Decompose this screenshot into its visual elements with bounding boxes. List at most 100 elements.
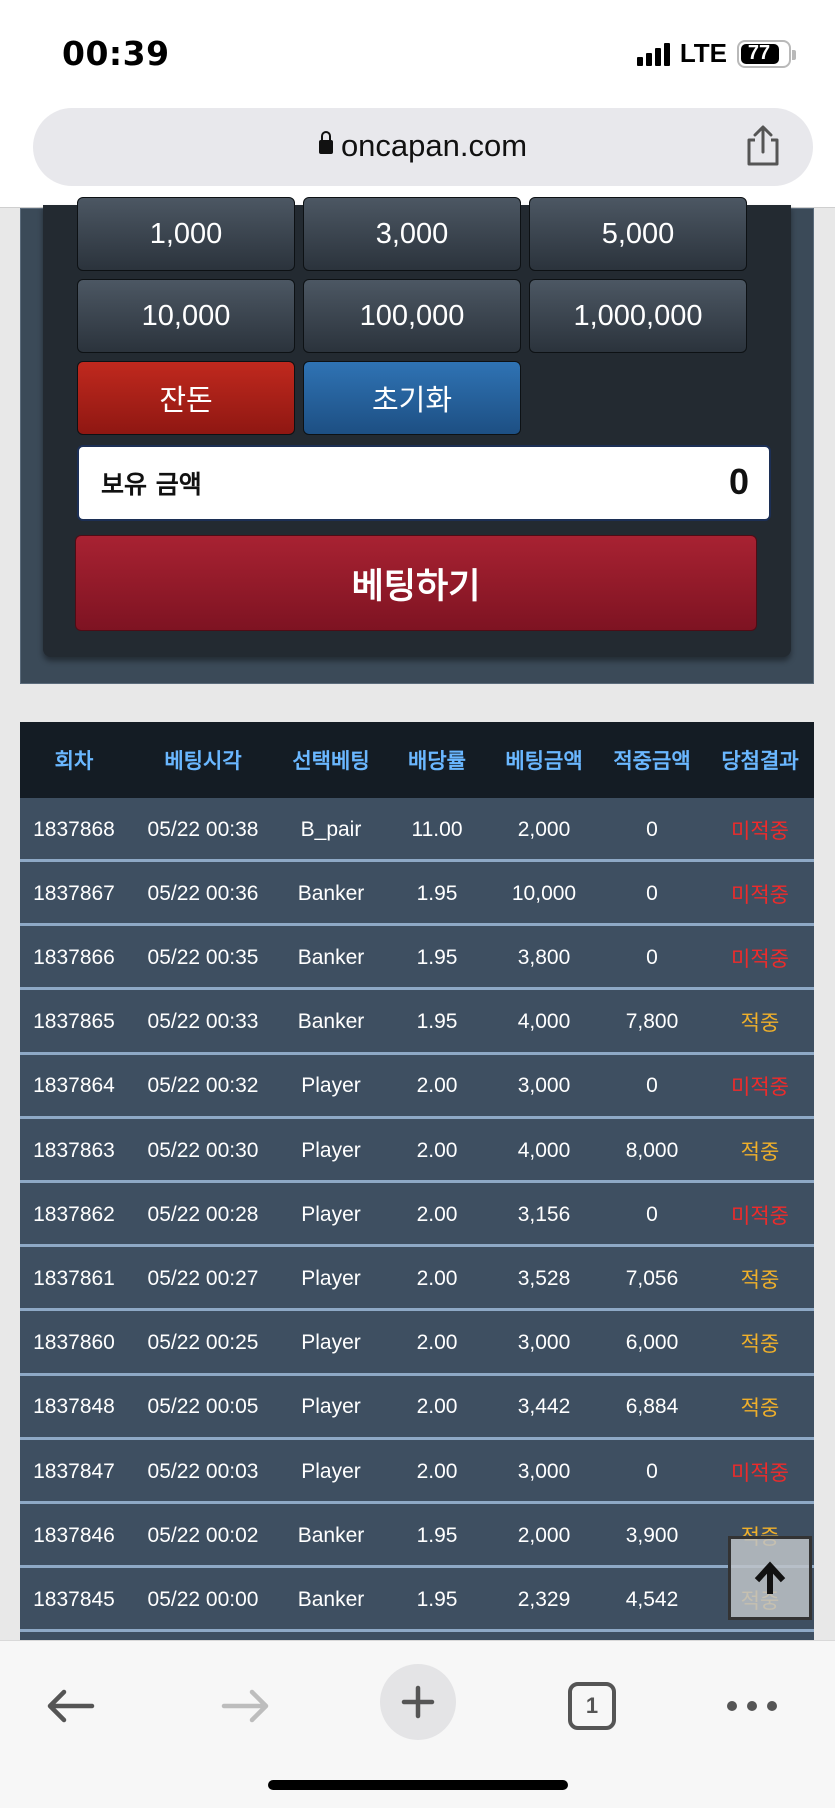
cell-round: 1837865 [33, 1010, 115, 1034]
address-bar[interactable]: oncapan.com [33, 108, 813, 186]
cell-round: 1837847 [33, 1459, 115, 1483]
arrow-up-icon [754, 1561, 786, 1594]
status-time: 00:39 [62, 34, 170, 73]
scroll-to-top-button[interactable] [728, 1536, 812, 1620]
cell-result: 적중 [740, 1396, 780, 1421]
url-display: oncapan.com [33, 128, 813, 164]
cell-win-amount: 0 [646, 1202, 658, 1226]
betting-panel: 1,000 3,000 5,000 10,000 100,000 1,000,0… [20, 197, 814, 684]
chip-1000-button[interactable]: 1,000 [77, 197, 295, 271]
battery-level: 77 [747, 42, 771, 64]
cell-win-amount: 6,884 [625, 1395, 679, 1419]
cell-odds: 1.95 [416, 1587, 458, 1611]
tabs-button[interactable]: 1 [564, 1671, 620, 1741]
cell-pick: Banker [297, 945, 365, 969]
cell-result: 적중 [740, 1139, 780, 1164]
table-row: 1837868 05/22 00:38 B_pair 11.00 2,000 0 미적중 [20, 800, 814, 862]
table-row: 1837863 05/22 00:30 Player 2.00 4,000 8,000 적중 [20, 1121, 814, 1183]
cell-bet-amount: 3,156 [517, 1202, 571, 1226]
cell-odds: 2.00 [416, 1459, 458, 1483]
cell-bet-amount: 2,329 [517, 1587, 571, 1611]
cell-bet-amount: 3,000 [517, 1331, 571, 1355]
cell-win-amount: 8,000 [625, 1138, 679, 1162]
cell-time: 05/22 00:02 [147, 1523, 259, 1547]
cell-bet-amount: 3,000 [517, 1074, 571, 1098]
forward-arrow-icon [221, 1689, 269, 1723]
status-indicators: LTE 77 [636, 38, 796, 69]
table-row: 1837866 05/22 00:35 Banker 1.95 3,800 0 미적중 [20, 928, 814, 991]
battery-icon: 77 [737, 39, 796, 68]
place-bet-button[interactable]: 베팅하기 [75, 535, 757, 631]
cell-time: 05/22 00:25 [147, 1331, 259, 1355]
header-odds: 배당률 [408, 749, 466, 773]
cell-result: 미적중 [731, 1203, 789, 1228]
chip-5000-button[interactable]: 5,000 [529, 197, 747, 271]
browser-address-area: oncapan.com [0, 108, 835, 208]
back-button[interactable] [38, 1671, 102, 1741]
chip-100000-button[interactable]: 100,000 [303, 279, 521, 353]
cell-round: 1837862 [33, 1202, 115, 1226]
betting-panel-inner: 1,000 3,000 5,000 10,000 100,000 1,000,0… [43, 197, 791, 657]
cell-pick: Player [301, 1202, 361, 1226]
cell-time: 05/22 00:38 [147, 817, 259, 841]
cell-bet-amount: 2,000 [517, 1523, 571, 1547]
url-text: oncapan.com [340, 128, 528, 163]
cell-result: 미적중 [731, 1460, 789, 1485]
cell-pick: Banker [297, 1523, 365, 1547]
cell-result: 적중 [740, 1267, 780, 1292]
cell-result: 미적중 [731, 882, 789, 907]
cell-win-amount: 3,900 [625, 1523, 679, 1547]
cell-bet-amount: 4,000 [517, 1010, 571, 1034]
cell-round: 1837864 [33, 1074, 115, 1098]
chip-10000-button[interactable]: 10,000 [77, 279, 295, 353]
lock-icon [318, 131, 333, 154]
cell-pick: Banker [297, 1010, 365, 1034]
header-result: 당첨결과 [721, 749, 799, 773]
cell-time: 05/22 00:32 [147, 1074, 259, 1098]
table-row: 183784605/22 00:02Banker1.952,0003,900적중 [20, 1506, 814, 1569]
forward-button[interactable] [214, 1671, 278, 1741]
cell-win-amount: 0 [646, 881, 658, 905]
cell-pick: B_pair [300, 817, 362, 841]
cell-pick: Player [301, 1138, 361, 1162]
cell-result: 미적중 [731, 946, 789, 971]
network-type: LTE [679, 38, 727, 68]
table-row: 1837864 05/22 00:32 Player 2.00 3,000 0 미적중 [20, 1056, 814, 1119]
cell-odds: 1.95 [416, 881, 458, 905]
share-icon[interactable] [743, 124, 783, 168]
table-row: 1837867 05/22 00:36 Banker 1.95 10,000 0 미적중 [20, 864, 814, 927]
table-row: 1837847 05/22 00:03 Player 2.00 3,000 0 미적중 [20, 1442, 814, 1504]
table-row: 1837848 05/22 00:05 Player 2.00 3,442 6,884 적중 [20, 1377, 814, 1440]
more-dots-icon [727, 1701, 777, 1711]
reset-button[interactable]: 초기화 [303, 361, 521, 435]
cell-round: 1837861 [33, 1266, 115, 1290]
cell-win-amount: 0 [646, 817, 658, 841]
cell-round: 1837845 [33, 1587, 115, 1611]
cell-bet-amount: 3,800 [517, 945, 571, 969]
cell-result: 미적중 [731, 1075, 789, 1100]
cell-time: 05/22 00:30 [147, 1138, 259, 1162]
header-bet-time: 베팅시각 [164, 749, 242, 773]
cell-bet-amount: 10,000 [511, 881, 577, 905]
plus-icon [380, 1664, 456, 1740]
cell-bet-amount: 3,000 [517, 1459, 571, 1483]
cell-pick: Player [301, 1074, 361, 1098]
header-pick: 선택베팅 [292, 749, 370, 773]
cell-result: 미적중 [731, 818, 789, 843]
new-tab-button[interactable] [378, 1664, 458, 1740]
cell-time: 05/22 00:36 [147, 881, 259, 905]
cell-odds: 11.00 [411, 817, 463, 841]
more-button[interactable] [724, 1671, 780, 1741]
balance-value: 0 [728, 461, 749, 502]
cell-odds: 1.95 [416, 945, 458, 969]
change-button[interactable]: 잔돈 [77, 361, 295, 435]
cell-odds: 2.00 [416, 1074, 458, 1098]
cell-win-amount: 0 [646, 945, 658, 969]
table-row: 1837862 05/22 00:28 Player 2.00 3,156 0 미적중 [20, 1185, 814, 1248]
cell-odds: 2.00 [416, 1138, 458, 1162]
cell-round: 1837863 [33, 1138, 115, 1162]
chip-1000000-button[interactable]: 1,000,000 [529, 279, 747, 353]
cell-odds: 2.00 [416, 1266, 458, 1290]
chip-3000-button[interactable]: 3,000 [303, 197, 521, 271]
cell-bet-amount: 3,528 [517, 1266, 571, 1290]
